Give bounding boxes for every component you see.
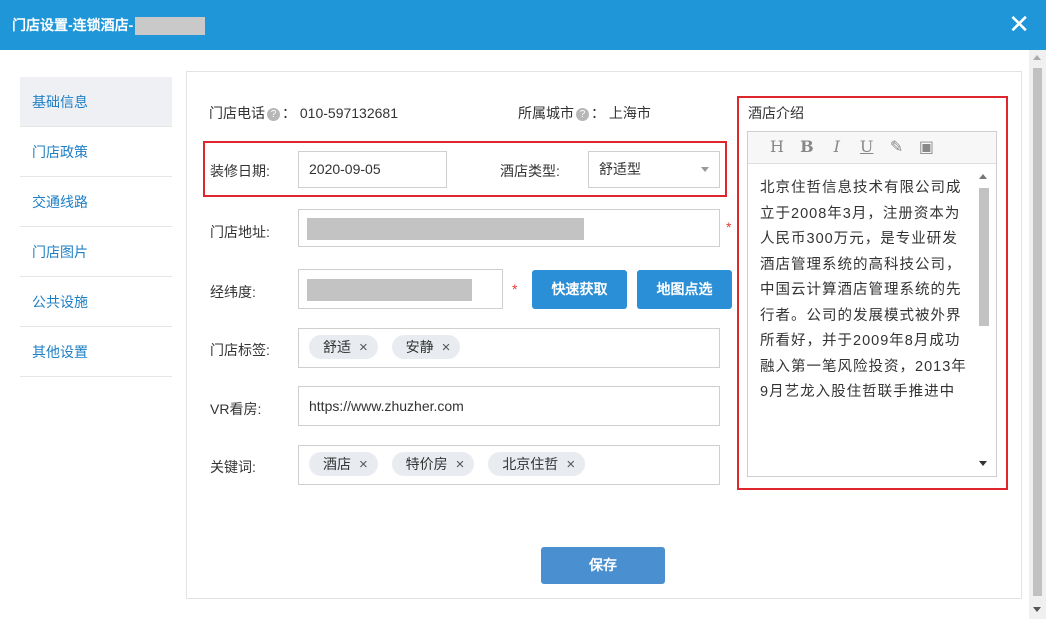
help-icon[interactable]: ?	[576, 108, 589, 121]
scroll-up-icon[interactable]	[1033, 55, 1041, 60]
quick-get-button[interactable]: 快速获取	[532, 270, 627, 309]
vr-url-input[interactable]: https://www.zhuzher.com	[298, 386, 720, 426]
highlight-renovation-row	[203, 141, 727, 197]
coords-label: 经纬度:	[210, 284, 256, 300]
sidebar-item-facilities[interactable]: 公共设施	[20, 277, 172, 327]
sidebar-item-policy[interactable]: 门店政策	[20, 127, 172, 177]
phone-row: 门店电话?： 010-597132681	[209, 105, 398, 121]
close-icon[interactable]: ✕	[1008, 9, 1030, 39]
keyword-chip: 酒店 ×	[309, 452, 378, 476]
city-value: 上海市	[608, 105, 651, 121]
map-pick-button[interactable]: 地图点选	[637, 270, 732, 309]
close-icon[interactable]: ×	[566, 456, 575, 473]
redacted-address	[307, 218, 584, 240]
sidebar-item-basic-info[interactable]: 基础信息	[20, 77, 172, 127]
phone-value: 010-597132681	[299, 105, 398, 121]
settings-sidebar: 基础信息 门店政策 交通线路 门店图片 公共设施 其他设置	[20, 77, 172, 377]
help-icon[interactable]: ?	[267, 108, 280, 121]
phone-label: 门店电话	[209, 105, 265, 121]
close-icon[interactable]: ×	[456, 456, 465, 473]
keyword-chip: 北京住哲 ×	[488, 452, 586, 476]
page-scrollbar[interactable]	[1029, 50, 1046, 619]
scroll-down-icon[interactable]	[1033, 607, 1041, 612]
required-mark: *	[512, 281, 518, 297]
keywords-input[interactable]: 酒店 × 特价房 × 北京住哲 ×	[298, 445, 720, 485]
redacted-coords	[307, 279, 472, 301]
sidebar-item-photos[interactable]: 门店图片	[20, 227, 172, 277]
city-label: 所属城市	[518, 105, 574, 121]
close-icon[interactable]: ×	[359, 339, 368, 356]
sidebar-item-other[interactable]: 其他设置	[20, 327, 172, 377]
highlight-intro	[737, 96, 1008, 490]
close-icon[interactable]: ×	[359, 456, 368, 473]
tags-label: 门店标签:	[210, 342, 270, 358]
city-row: 所属城市?： 上海市	[518, 105, 651, 121]
close-icon[interactable]: ×	[442, 339, 451, 356]
address-label: 门店地址:	[210, 224, 270, 240]
keyword-chip: 特价房 ×	[391, 452, 475, 476]
dialog-title: 门店设置-连锁酒店-	[12, 15, 206, 36]
keywords-label: 关键词:	[210, 459, 256, 475]
scroll-thumb[interactable]	[1033, 68, 1042, 596]
dialog-titlebar: 门店设置-连锁酒店- ✕	[0, 0, 1046, 50]
save-button[interactable]: 保存	[541, 547, 665, 584]
sidebar-item-transport[interactable]: 交通线路	[20, 177, 172, 227]
tags-input[interactable]: 舒适 × 安静 ×	[298, 328, 720, 368]
required-mark: *	[726, 219, 732, 235]
vr-label: VR看房:	[210, 401, 262, 417]
redacted-hotel-name	[135, 17, 206, 36]
tag-chip: 安静 ×	[391, 335, 461, 359]
tag-chip: 舒适 ×	[309, 335, 378, 359]
